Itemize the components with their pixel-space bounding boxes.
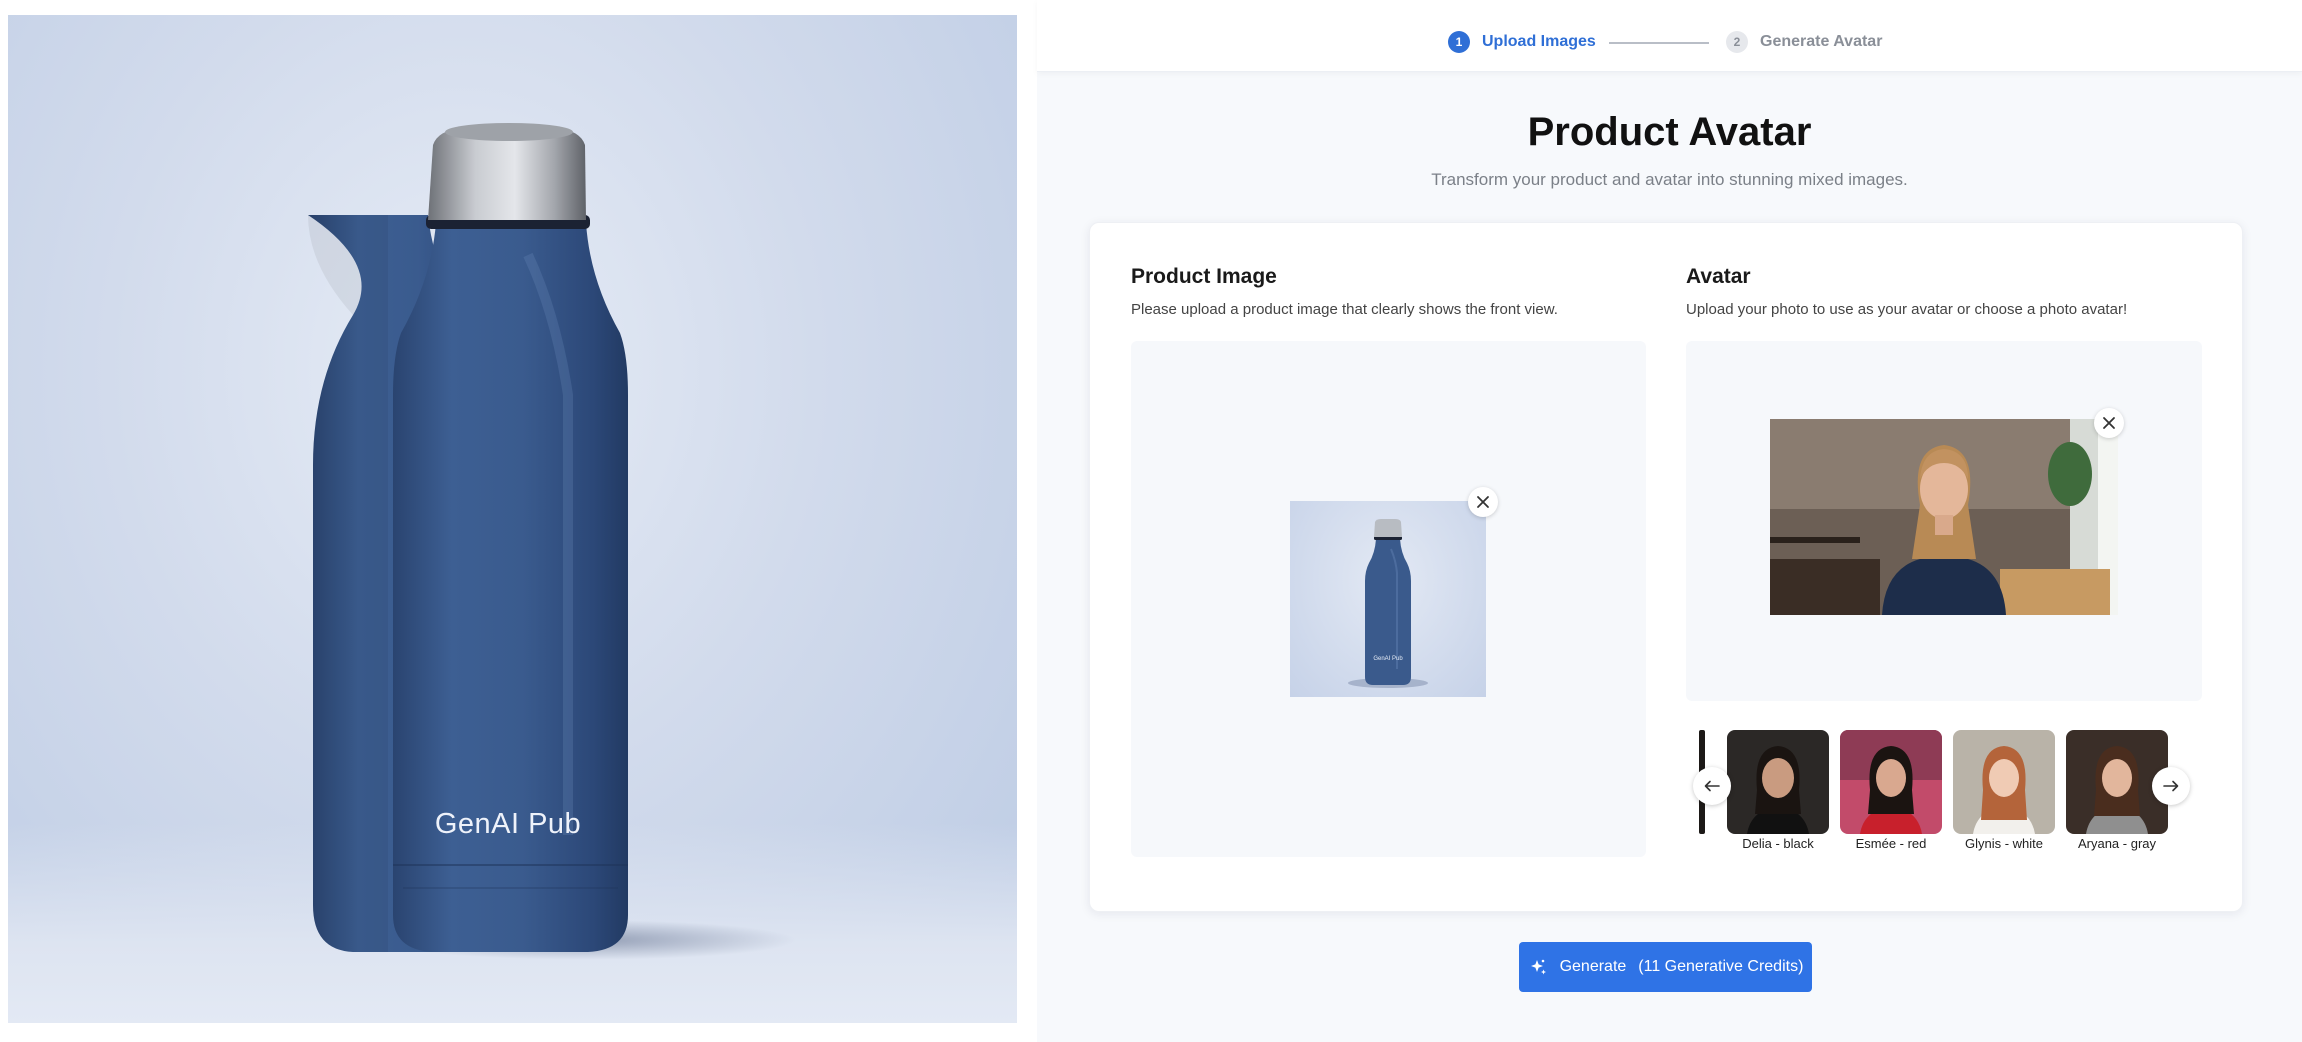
avatar-preset-label: Esmée - red <box>1855 836 1927 851</box>
step-connector <box>1609 42 1709 44</box>
remove-avatar-button[interactable] <box>2094 408 2124 438</box>
product-avatar-app: 1 Upload Images 2 Generate Avatar Produc… <box>1037 0 2302 1042</box>
product-thumbnail: GenAI Pub <box>1290 501 1486 697</box>
step-generate-avatar[interactable]: 2 Generate Avatar <box>1726 31 1882 53</box>
avatar-dropzone[interactable] <box>1686 341 2202 701</box>
avatar-preset-glynis[interactable]: Glynis - white <box>1953 730 2055 851</box>
stepper: 1 Upload Images 2 Generate Avatar <box>1037 0 2302 72</box>
sparkle-icon <box>1530 959 1546 975</box>
thumb-brand-text: GenAI Pub <box>1373 656 1403 662</box>
remove-product-button[interactable] <box>1468 487 1498 517</box>
avatar-preset-image <box>1953 730 2055 834</box>
generate-credits: (11 Generative Credits) <box>1638 958 1804 975</box>
avatar-preset-label: Aryana - gray <box>2077 836 2157 851</box>
avatar-description: Upload your photo to use as your avatar … <box>1686 301 2128 318</box>
carousel-next-button[interactable] <box>2152 767 2190 805</box>
hero-brand-label: GenAI Pub <box>434 808 582 840</box>
avatar-preset-label: Delia - black <box>1742 836 1814 851</box>
avatar-preset-image <box>1727 730 1829 834</box>
step-number: 2 <box>1726 31 1748 53</box>
step-label: Generate Avatar <box>1760 33 1883 50</box>
carousel-prev-button[interactable] <box>1693 767 1731 805</box>
avatar-title: Avatar <box>1686 265 1751 288</box>
avatar-preset-image <box>1840 730 1942 834</box>
bottle-illustration <box>308 123 628 952</box>
bottle-thumbnail-illustration: GenAI Pub <box>1348 519 1428 688</box>
close-icon <box>2103 417 2115 429</box>
avatar-preset-esmee[interactable]: Esmée - red <box>1840 730 1942 851</box>
product-dropzone[interactable]: GenAI Pub <box>1131 341 1646 857</box>
page-title: Product Avatar <box>1527 110 1812 154</box>
generate-button[interactable]: Generate (11 Generative Credits) <box>1519 942 1812 992</box>
arrow-left-icon <box>1704 780 1720 792</box>
generate-label: Generate <box>1559 958 1627 975</box>
product-image-description: Please upload a product image that clear… <box>1131 301 1558 318</box>
step-upload-images[interactable]: 1 Upload Images <box>1448 31 1596 53</box>
step-label: Upload Images <box>1482 33 1596 50</box>
avatar-preset-delia[interactable]: Delia - black <box>1727 730 1829 851</box>
page-subtitle: Transform your product and avatar into s… <box>1431 170 1908 189</box>
avatar-photo <box>1770 419 2118 615</box>
step-number: 1 <box>1448 31 1470 53</box>
close-icon <box>1477 496 1489 508</box>
avatar-preset-label: Glynis - white <box>1964 836 2044 851</box>
avatar-portrait-illustration <box>1770 419 2118 615</box>
hero-product-photo: GenAI Pub <box>8 15 1017 1023</box>
arrow-right-icon <box>2163 780 2179 792</box>
product-image-title: Product Image <box>1131 265 1277 288</box>
